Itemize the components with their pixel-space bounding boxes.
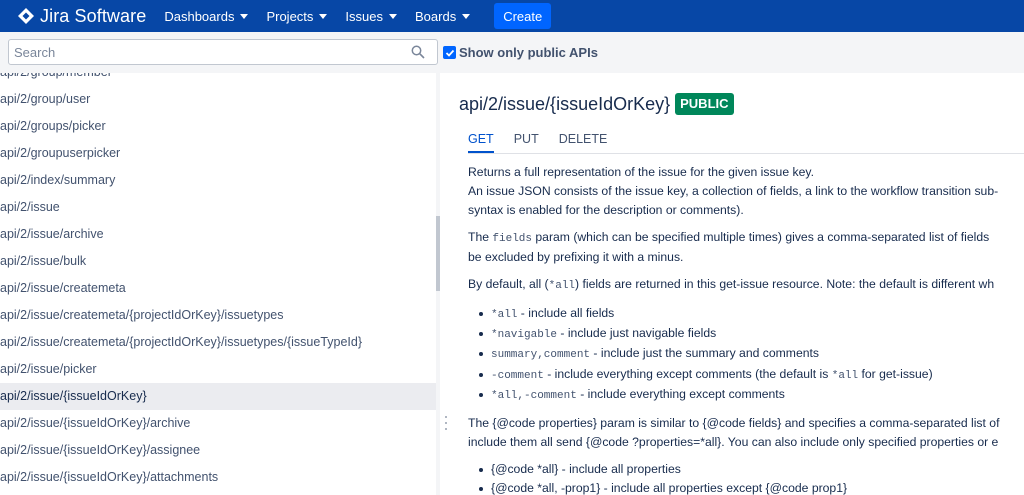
method-tabs: GET PUT DELETE xyxy=(468,132,627,153)
list-item[interactable]: api/2/issue/createmeta/{projectIdOrKey}/… xyxy=(0,302,436,329)
tab-put[interactable]: PUT xyxy=(514,132,539,153)
properties-paragraph: include them all send {@code ?properties… xyxy=(468,435,999,449)
public-apis-filter[interactable]: Show only public APIs xyxy=(443,45,598,60)
list-scrollbar[interactable] xyxy=(436,73,440,495)
properties-paragraph: The {@code properties} param is similar … xyxy=(468,416,1000,430)
search-box xyxy=(8,39,438,65)
tab-divider xyxy=(468,153,1024,154)
endpoint-detail: api/2/issue/{issueIdOrKey} PUBLIC GET PU… xyxy=(458,73,1024,495)
top-navigation-bar: Jira Software Dashboards Projects Issues… xyxy=(0,0,1024,32)
list-item[interactable]: api/2/issue/bulk xyxy=(0,248,436,275)
list-item[interactable]: api/2/issue/picker xyxy=(0,356,436,383)
nav-projects[interactable]: Projects xyxy=(266,8,328,24)
jira-logo[interactable]: Jira Software xyxy=(18,0,146,32)
list-item[interactable]: api/2/group/user xyxy=(0,86,436,113)
list-item: summary,comment - include just the summa… xyxy=(479,344,1024,365)
nav-dashboards-label: Dashboards xyxy=(164,8,235,24)
endpoint-list: api/2/group/member api/2/group/user api/… xyxy=(0,73,438,495)
endpoint-header: api/2/issue/{issueIdOrKey} PUBLIC xyxy=(459,93,734,115)
list-item[interactable]: api/2/issue/{issueIdOrKey}/attachments xyxy=(0,464,436,491)
list-item[interactable]: api/2/issue/archive xyxy=(0,221,436,248)
nav-issues[interactable]: Issues xyxy=(345,9,397,24)
description-line: Returns a full representation of the iss… xyxy=(468,165,814,179)
list-item[interactable]: api/2/issue/createmeta xyxy=(0,275,436,302)
scrollbar-thumb[interactable] xyxy=(436,216,440,291)
tab-delete[interactable]: DELETE xyxy=(559,132,608,153)
list-item-selected[interactable]: api/2/issue/{issueIdOrKey} xyxy=(0,383,436,410)
list-item: {@code *all, -prop1} - include all prope… xyxy=(479,479,1024,495)
list-item[interactable]: api/2/groups/picker xyxy=(0,113,436,140)
code-all: *all xyxy=(548,280,576,292)
tab-get[interactable]: GET xyxy=(468,132,494,153)
chevron-down-icon xyxy=(240,13,249,19)
create-button[interactable]: Create xyxy=(494,3,552,29)
fields-paragraph: The fields param (which can be specified… xyxy=(468,230,990,245)
search-icon[interactable] xyxy=(411,45,425,59)
nav-dashboards[interactable]: Dashboards xyxy=(164,8,249,24)
chevron-down-icon xyxy=(462,13,471,19)
list-item[interactable]: api/2/issue/{issueIdOrKey}/assignee xyxy=(0,437,436,464)
list-item[interactable]: api/2/groupuserpicker xyxy=(0,140,436,167)
page-title: api/2/issue/{issueIdOrKey} xyxy=(459,93,671,114)
nav-boards[interactable]: Boards xyxy=(415,8,471,24)
jira-logo-icon xyxy=(18,8,34,24)
code-fields: fields xyxy=(492,233,532,245)
status-badge: PUBLIC xyxy=(675,93,734,115)
list-item: -comment - include everything except com… xyxy=(479,365,1024,386)
list-item: {@code *all} - include all properties xyxy=(479,460,1024,479)
list-item[interactable]: api/2/issue/{issueIdOrKey}/archive xyxy=(0,410,436,437)
list-item[interactable]: api/2/index/summary xyxy=(0,167,436,194)
pane-resize-handle[interactable] xyxy=(445,416,448,430)
default-paragraph: By default, all (*all) fields are return… xyxy=(468,277,995,292)
chevron-down-icon xyxy=(319,13,328,19)
list-item[interactable]: api/2/group/member xyxy=(0,73,436,86)
chevron-down-icon xyxy=(389,13,397,19)
description-line: An issue JSON consists of the issue key,… xyxy=(468,184,999,198)
description-line: syntax is enabled for the description or… xyxy=(468,203,744,217)
app-name: Jira Software xyxy=(40,5,147,26)
list-item: *all,-comment - include everything excep… xyxy=(479,385,1024,406)
description-line: be excluded by prefixing it with a minus… xyxy=(468,250,684,264)
list-item[interactable]: api/2/issue xyxy=(0,194,436,221)
list-item: *navigable - include just navigable fiel… xyxy=(479,324,1024,345)
nav-issues-label: Issues xyxy=(345,8,383,24)
checkbox-checked-icon[interactable] xyxy=(443,46,456,59)
nav-projects-label: Projects xyxy=(266,8,314,24)
list-item[interactable]: api/2/issue/createmeta/{projectIdOrKey}/… xyxy=(0,329,436,356)
nav-boards-label: Boards xyxy=(415,8,457,24)
search-toolbar: Show only public APIs xyxy=(0,32,1024,73)
list-item: *all - include all fields xyxy=(479,304,1024,325)
public-apis-label: Show only public APIs xyxy=(459,45,598,60)
search-input[interactable] xyxy=(9,40,399,64)
